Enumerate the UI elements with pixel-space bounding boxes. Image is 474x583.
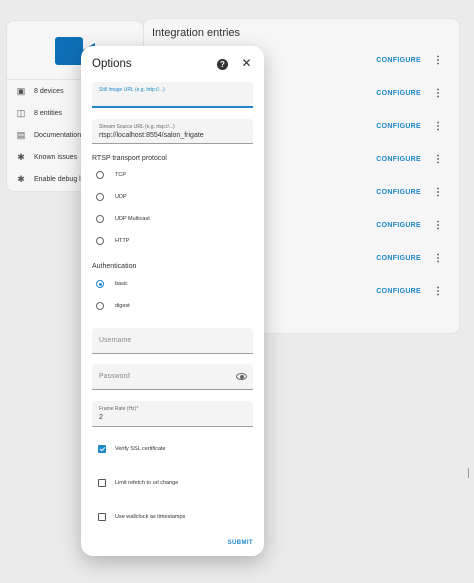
configure-button[interactable]: CONFIGURE — [376, 44, 421, 77]
limit-refetch-checkbox[interactable] — [98, 479, 106, 487]
entities-icon: ◫ — [16, 108, 26, 118]
radio-label: TCP — [115, 172, 126, 178]
close-icon[interactable]: ✕ — [240, 57, 253, 70]
configure-button[interactable]: CONFIGURE — [376, 77, 421, 110]
verify-ssl-checkbox[interactable] — [98, 445, 106, 453]
authentication-label: Authentication — [92, 263, 137, 270]
radio-label: UDP — [115, 194, 127, 200]
radio-button[interactable] — [96, 193, 104, 201]
radio-button[interactable] — [96, 280, 104, 288]
help-icon[interactable]: ? — [217, 59, 228, 70]
dialog-title: Options — [92, 58, 132, 70]
radio-label: HTTP — [115, 238, 130, 244]
configure-button[interactable]: CONFIGURE — [376, 143, 421, 176]
book-icon: ▤ — [16, 130, 26, 140]
verify-ssl-checkbox-row[interactable]: Verify SSL certificate — [98, 443, 166, 455]
entries-title: Integration entries — [152, 27, 241, 39]
stream-source-url-label: Stream Source URL (e.g. rtsp://...) — [99, 124, 175, 130]
radio-udp[interactable]: UDP — [96, 190, 127, 204]
password-input[interactable]: Password — [92, 364, 253, 390]
radio-label: digest — [115, 303, 130, 309]
resize-handle[interactable] — [468, 468, 474, 478]
more-vert-icon[interactable]: ⋮ — [433, 153, 443, 167]
checkbox-label: Limit refetch to url change — [115, 480, 179, 486]
still-image-url-input[interactable]: Still Image URL (e.g. http://...) — [92, 82, 253, 108]
password-placeholder: Password — [99, 373, 130, 380]
username-placeholder: Username — [99, 337, 132, 344]
stream-source-url-value: rtsp://localhost:8554/salon_frigate — [99, 132, 204, 139]
devices-icon: ▣ — [16, 86, 26, 96]
configure-button[interactable]: CONFIGURE — [376, 209, 421, 242]
radio-button[interactable] — [96, 302, 104, 310]
submit-button[interactable]: SUBMIT — [228, 540, 253, 546]
configure-button[interactable]: CONFIGURE — [376, 275, 421, 308]
radio-button[interactable] — [96, 171, 104, 179]
more-vert-icon[interactable]: ⋮ — [433, 87, 443, 101]
bug-icon: ✱ — [17, 152, 25, 162]
info-item-label: Known issues — [34, 153, 78, 161]
more-vert-icon[interactable]: ⋮ — [433, 219, 443, 233]
radio-basic[interactable]: basic — [96, 277, 128, 291]
stream-source-url-input[interactable]: Stream Source URL (e.g. rtsp://...) rtsp… — [92, 119, 253, 144]
options-dialog: Options ? ✕ Still Image URL (e.g. http:/… — [81, 46, 264, 556]
configure-button[interactable]: CONFIGURE — [376, 110, 421, 143]
checkbox-label: Verify SSL certificate — [115, 446, 166, 452]
radio-http[interactable]: HTTP — [96, 234, 129, 248]
info-item-label: Enable debug lo — [34, 175, 85, 183]
configure-button[interactable]: CONFIGURE — [376, 176, 421, 209]
rtsp-transport-label: RTSP transport protocol — [92, 155, 167, 162]
more-vert-icon[interactable]: ⋮ — [433, 54, 443, 68]
frame-rate-input[interactable]: Frame Rate (Hz)* 2 — [92, 401, 253, 427]
configure-button[interactable]: CONFIGURE — [376, 242, 421, 275]
info-item-label: 8 entities — [34, 109, 63, 117]
wallclock-checkbox[interactable] — [98, 513, 106, 521]
wallclock-checkbox-row[interactable]: Use wallclock as timestamps — [98, 511, 185, 523]
info-item-label: Documentation — [34, 131, 82, 139]
radio-tcp[interactable]: TCP — [96, 168, 126, 182]
radio-udp-multicast[interactable]: UDP Multicast — [96, 212, 150, 226]
frame-rate-label: Frame Rate (Hz)* — [99, 406, 139, 412]
radio-digest[interactable]: digest — [96, 299, 130, 313]
more-vert-icon[interactable]: ⋮ — [433, 186, 443, 200]
more-vert-icon[interactable]: ⋮ — [433, 285, 443, 299]
radio-label: UDP Multicast — [115, 216, 150, 222]
radio-button[interactable] — [96, 237, 104, 245]
limit-refetch-checkbox-row[interactable]: Limit refetch to url change — [98, 477, 178, 489]
eye-icon[interactable] — [236, 373, 247, 380]
more-vert-icon[interactable]: ⋮ — [433, 252, 443, 266]
still-image-url-label: Still Image URL (e.g. http://...) — [99, 87, 165, 93]
bug-icon: ✱ — [17, 174, 25, 184]
frame-rate-value: 2 — [99, 414, 103, 421]
info-item-label: 8 devices — [34, 87, 64, 95]
checkbox-label: Use wallclock as timestamps — [115, 514, 186, 520]
more-vert-icon[interactable]: ⋮ — [433, 120, 443, 134]
username-input[interactable]: Username — [92, 328, 253, 354]
radio-button[interactable] — [96, 215, 104, 223]
radio-label: basic — [115, 281, 128, 287]
